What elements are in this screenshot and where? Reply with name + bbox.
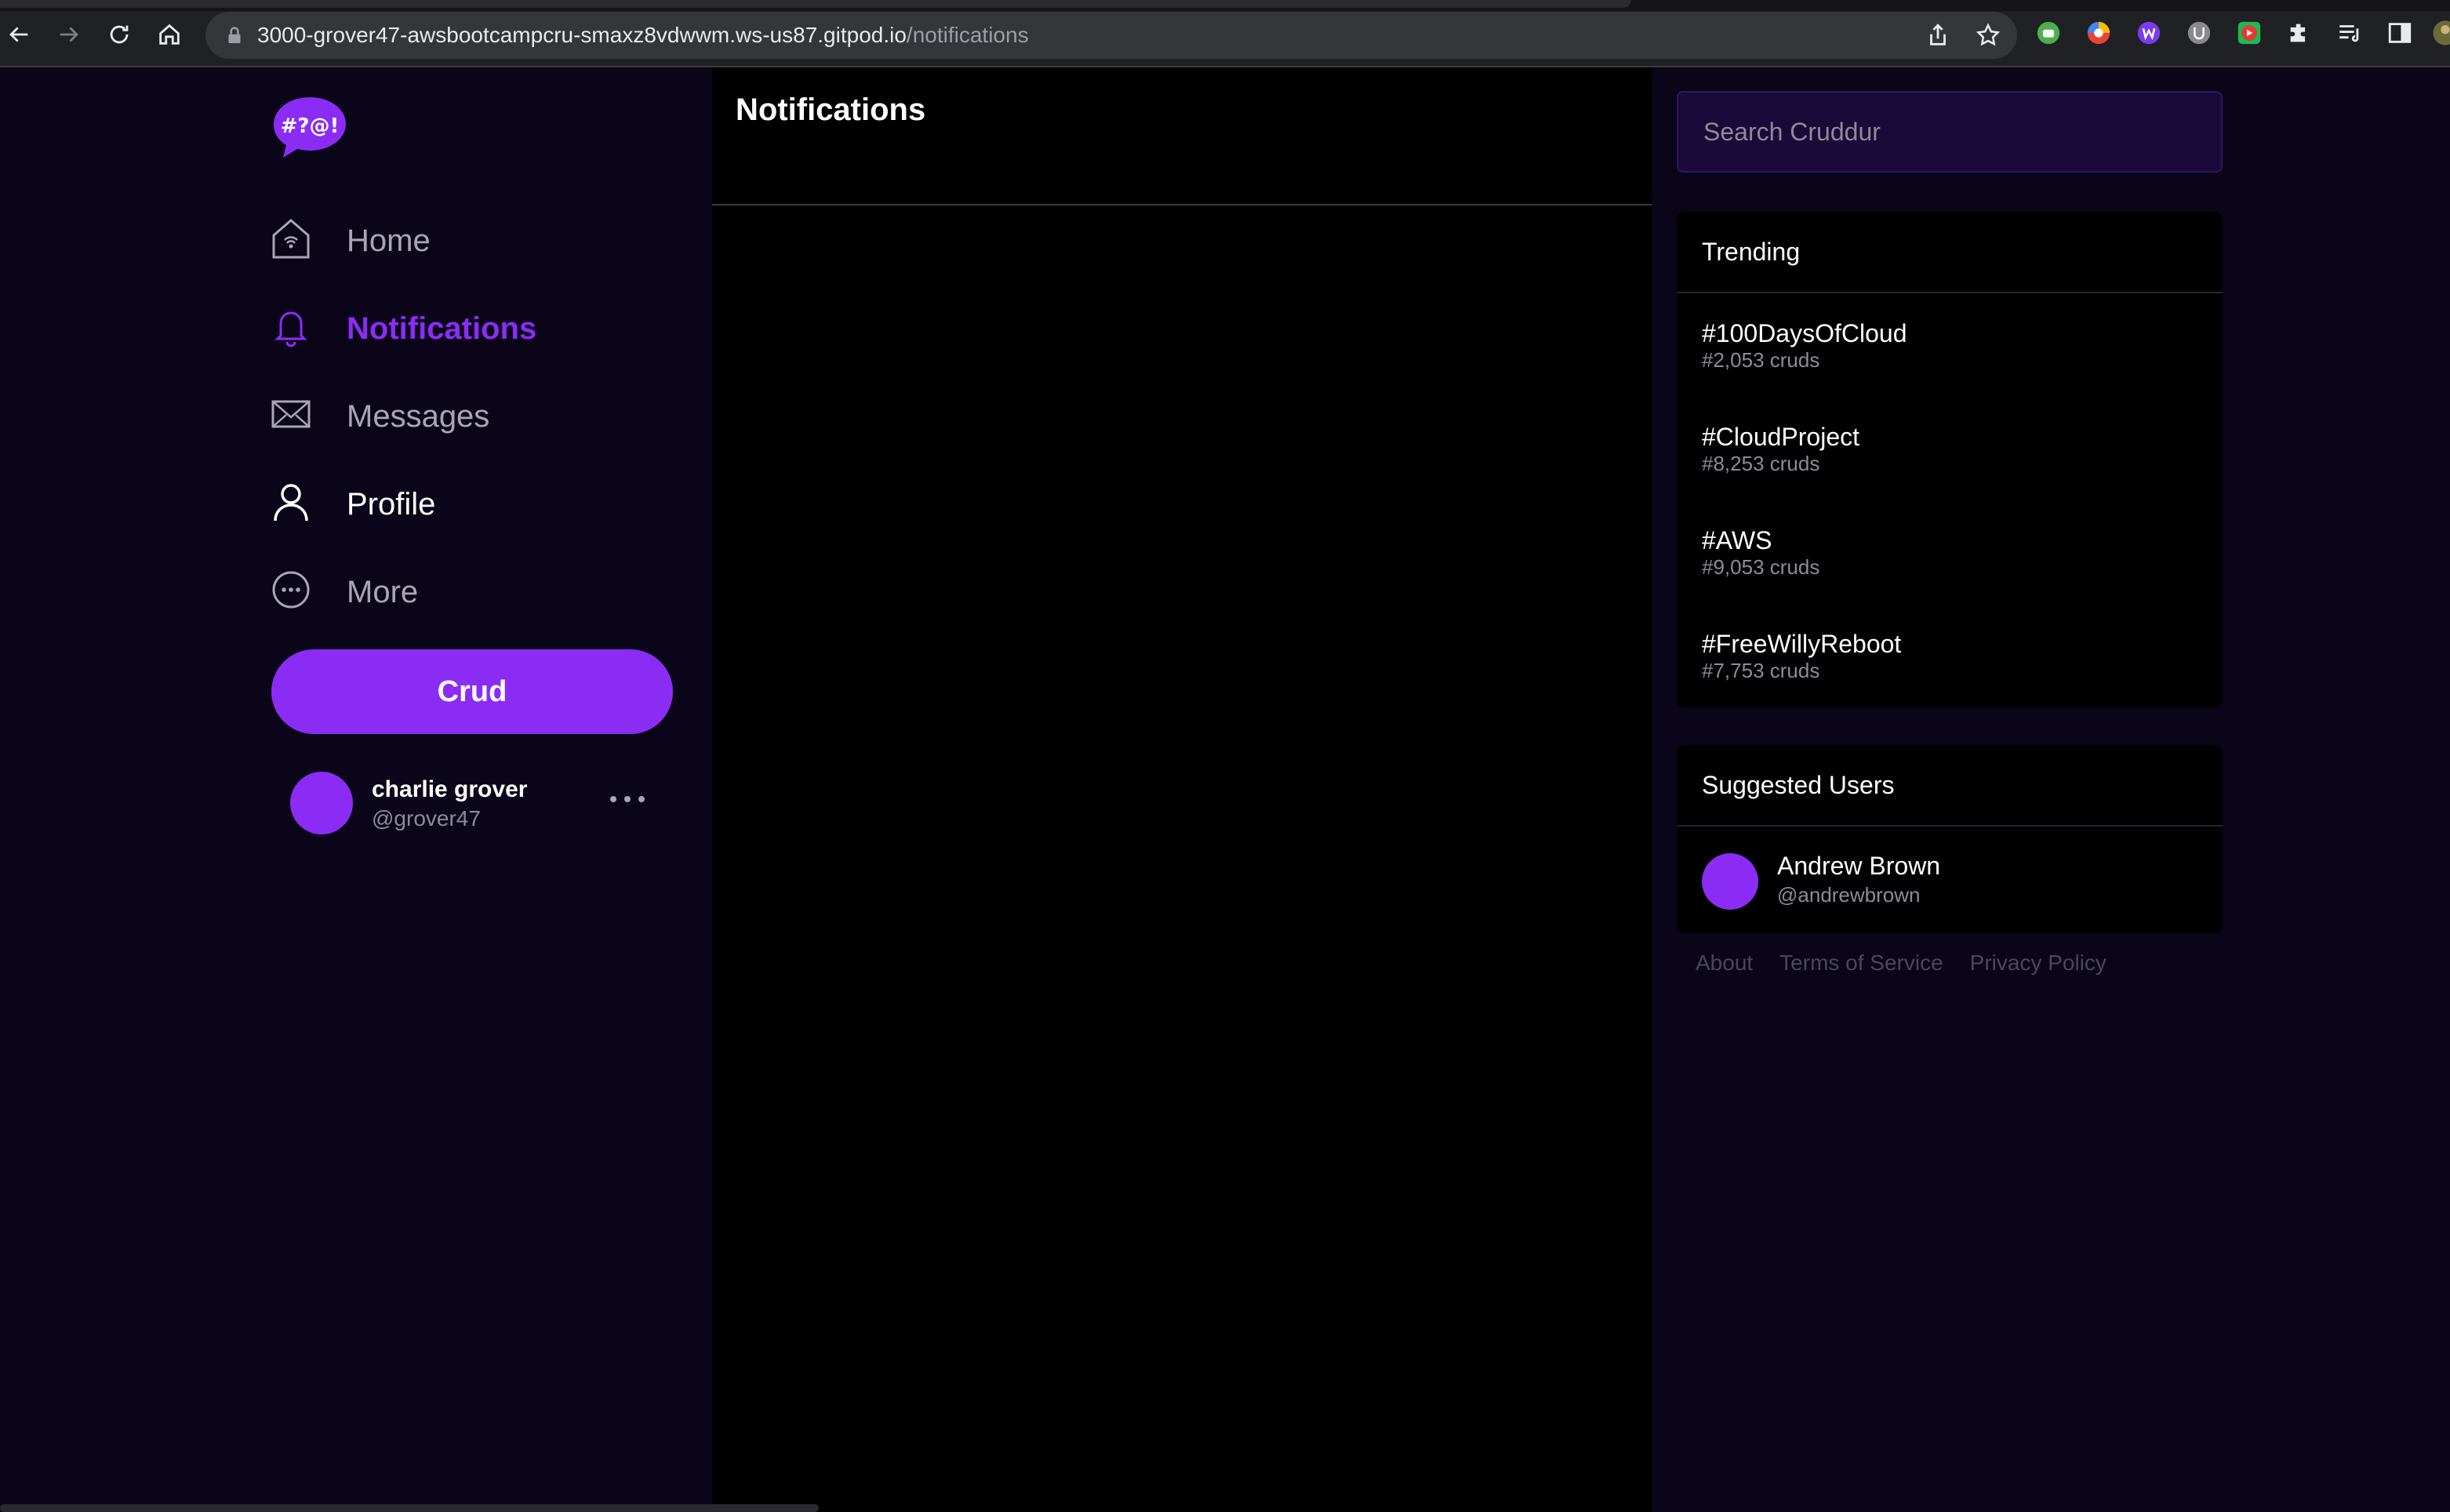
page-title: Notifications (736, 93, 926, 127)
trending-item[interactable]: #FreeWillyReboot #7,753 cruds (1702, 629, 2204, 700)
user-icon (274, 484, 308, 522)
side-panel-icon (2388, 23, 2412, 43)
sidebar-item-label: Notifications (347, 311, 537, 346)
cruddur-logo[interactable]: #?@! (271, 96, 348, 160)
trending-count: #8,253 cruds (1702, 452, 1820, 475)
back-button[interactable] (2, 17, 36, 52)
search-box[interactable] (1677, 91, 2223, 173)
bell-icon (274, 311, 307, 347)
crud-button[interactable]: Crud (271, 649, 673, 734)
avatar (1702, 853, 1758, 910)
forward-button[interactable] (52, 17, 86, 52)
current-user-card[interactable]: charlie grover @grover47 (290, 772, 659, 836)
suggested-user-name: Andrew Brown (1777, 852, 1941, 880)
about-link[interactable]: About (1696, 950, 1753, 976)
current-user-handle: @grover47 (372, 806, 481, 831)
suggested-users-panel: Suggested Users Andrew Brown @andrewbrow… (1677, 745, 2223, 933)
trending-item[interactable]: #CloudProject #8,253 cruds (1702, 422, 2204, 492)
more-circle-icon (272, 571, 310, 609)
home-icon (272, 219, 310, 259)
extension-purple[interactable] (2135, 19, 2163, 47)
arrow-right-icon (60, 27, 78, 42)
suggested-user[interactable]: Andrew Brown @andrewbrown (1702, 852, 2204, 911)
robot-icon (2037, 21, 2060, 45)
avatar (290, 772, 353, 834)
puzzle-icon (2290, 24, 2306, 42)
play-badge-icon (2237, 21, 2261, 45)
logo-speech-bubble-icon: #?@! (274, 97, 346, 158)
sidebar-item-more[interactable]: More (271, 549, 679, 637)
sidebar-item-profile[interactable]: Profile (271, 461, 679, 549)
u-badge-icon (2187, 21, 2211, 45)
sidebar-item-notifications[interactable]: Notifications (271, 285, 679, 373)
trending-count: #2,053 cruds (1702, 348, 1820, 372)
trending-tag: #CloudProject (1702, 423, 1859, 451)
extension-red[interactable] (2235, 19, 2263, 47)
w-badge-icon (2137, 21, 2161, 45)
color-wheel-icon (2087, 21, 2110, 45)
arrow-left-icon (9, 27, 28, 42)
footer-links: About Terms of Service Privacy Policy (1696, 950, 2106, 976)
url-text: 3000-grover47-awsbootcampcru-smaxz8vdwwm… (257, 23, 1029, 48)
reading-list-button[interactable] (2335, 19, 2364, 47)
profile-avatar-button[interactable] (2431, 19, 2450, 47)
address-bar[interactable]: 3000-grover47-awsbootcampcru-smaxz8vdwwm… (205, 12, 2017, 59)
trending-tag: #FreeWillyReboot (1702, 630, 1902, 658)
sidebar-item-label: Messages (347, 399, 490, 434)
sidebar-item-label: More (347, 575, 419, 609)
lock-icon[interactable] (223, 24, 246, 47)
suggested-users-title: Suggested Users (1677, 745, 2223, 827)
house-icon (159, 24, 180, 45)
logo-text: #?@! (281, 114, 340, 138)
trending-tag: #100DaysOfCloud (1702, 319, 1907, 347)
reload-button[interactable] (102, 17, 136, 52)
extensions-button[interactable] (2285, 19, 2314, 47)
trending-title: Trending (1677, 212, 2223, 293)
horizontal-scrollbar[interactable] (0, 1504, 819, 1512)
terms-link[interactable]: Terms of Service (1779, 950, 1943, 976)
trending-item[interactable]: #100DaysOfCloud #2,053 cruds (1702, 318, 2204, 389)
notifications-feed: Notifications (712, 67, 1652, 1512)
extension-green[interactable] (2034, 19, 2063, 47)
side-panel-button[interactable] (2386, 19, 2414, 47)
profile-photo-icon (2433, 20, 2450, 45)
user-menu-ellipsis-icon[interactable] (610, 787, 645, 811)
trending-item[interactable]: #AWS #9,053 cruds (1702, 525, 2204, 596)
url-path: /notifications (906, 23, 1029, 47)
sidebar-item-label: Home (347, 224, 431, 258)
envelope-icon (271, 400, 311, 428)
feed-header: Notifications (712, 67, 1652, 205)
privacy-link[interactable]: Privacy Policy (1970, 950, 2106, 976)
star-icon[interactable] (1975, 22, 2001, 49)
trending-count: #7,753 cruds (1702, 659, 1820, 682)
sidebar-item-label: Profile (347, 487, 436, 522)
trending-tag: #AWS (1702, 526, 1772, 554)
trending-count: #9,053 cruds (1702, 555, 1820, 579)
extension-colorful[interactable] (2085, 19, 2113, 47)
search-input[interactable] (1678, 93, 2221, 171)
share-icon[interactable] (1925, 22, 1951, 49)
trending-panel: Trending #100DaysOfCloud #2,053 cruds #C… (1677, 212, 2223, 707)
playlist-icon (2339, 25, 2359, 42)
reload-icon (110, 25, 129, 44)
extension-grey[interactable] (2185, 19, 2213, 47)
browser-toolbar: 3000-grover47-awsbootcampcru-smaxz8vdwwm… (0, 0, 2450, 67)
home-button[interactable] (152, 17, 187, 52)
sidebar-item-home[interactable]: Home (271, 198, 679, 285)
current-user-name: charlie grover (372, 776, 528, 802)
active-tab[interactable] (0, 0, 1631, 8)
tab-strip (0, 0, 2450, 11)
sidebar-item-messages[interactable]: Messages (271, 373, 679, 461)
sidebar-nav: Home Notifications Messages Profile More (271, 198, 679, 637)
url-host: 3000-grover47-awsbootcampcru-smaxz8vdwwm… (257, 23, 907, 47)
suggested-user-handle: @andrewbrown (1777, 883, 1921, 907)
